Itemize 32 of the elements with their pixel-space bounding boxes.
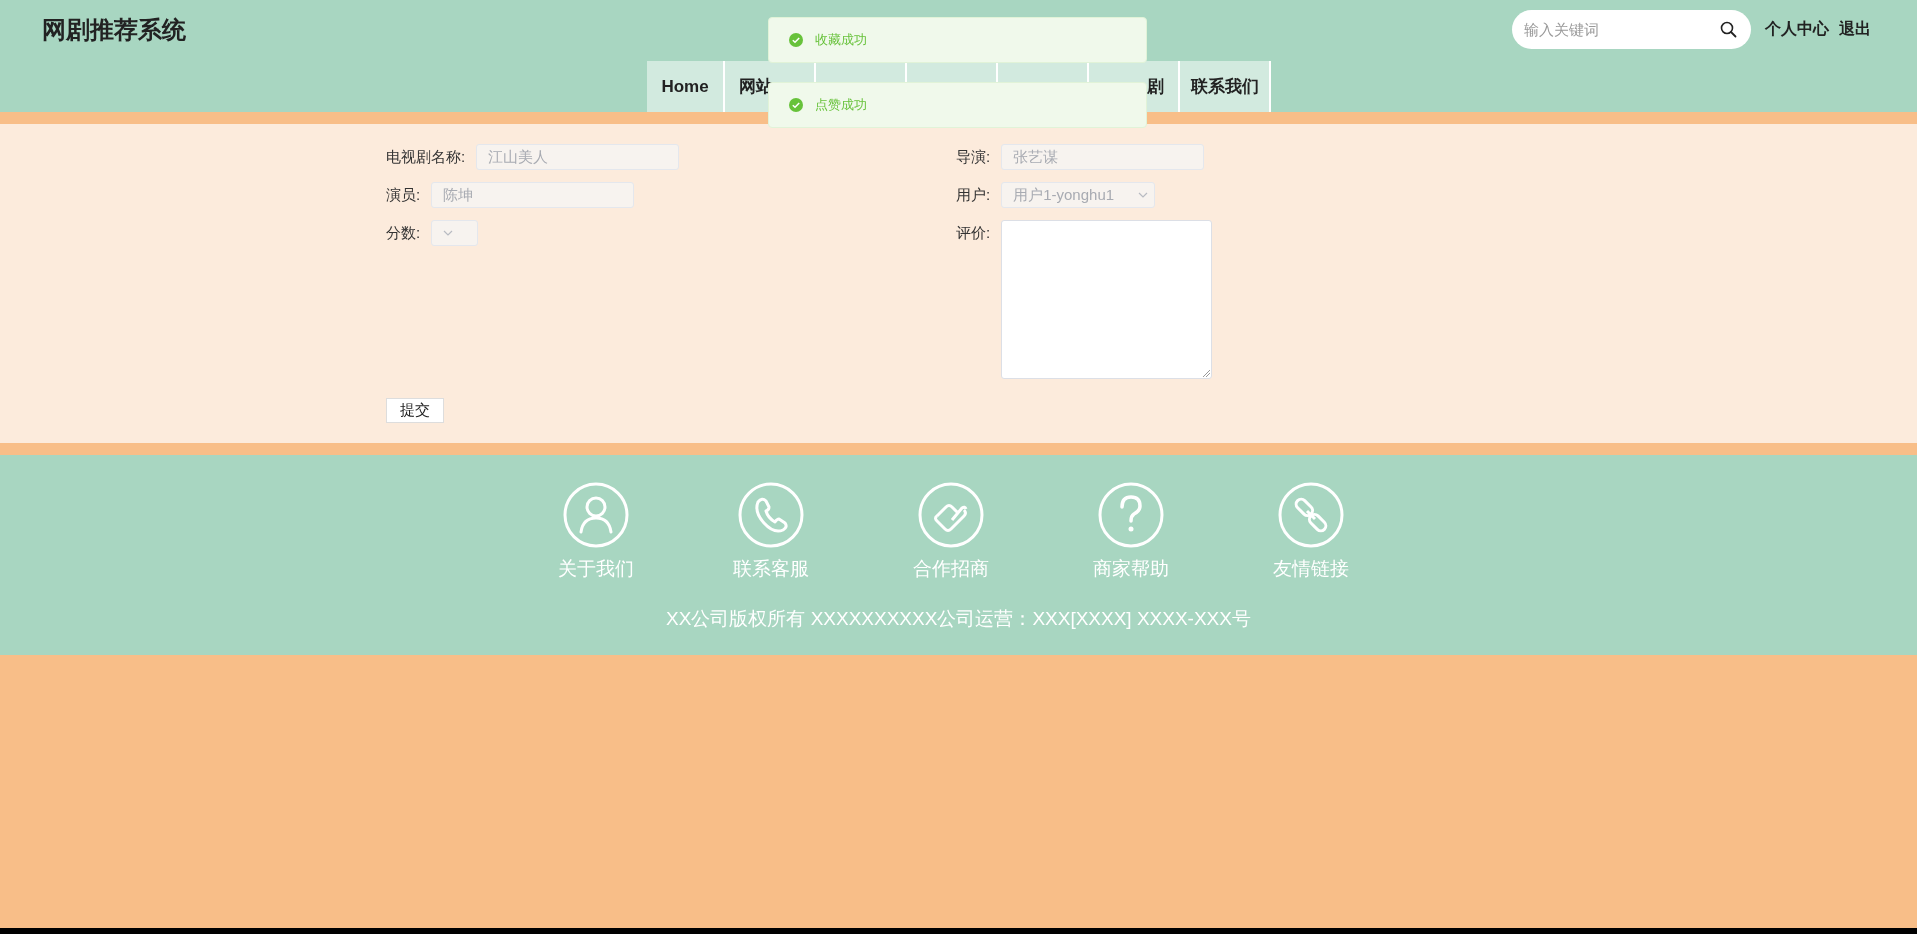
toast-text: 点赞成功 [815, 96, 867, 114]
nav-tab[interactable]: 联系我们 [1180, 61, 1271, 112]
field-label: 电视剧名称: [386, 147, 466, 167]
toast-text: 收藏成功 [815, 31, 867, 49]
nav-tab[interactable]: Home [647, 61, 725, 112]
footer-link[interactable]: 关于我们 [557, 556, 634, 582]
footer-link[interactable]: 友情链接 [1272, 556, 1349, 582]
search-icon[interactable] [1720, 21, 1737, 38]
question-icon[interactable] [1097, 482, 1164, 548]
check-circle-icon [789, 33, 803, 47]
footer-link[interactable]: 商家帮助 [1092, 556, 1169, 582]
field-label: 分数: [386, 223, 421, 243]
person-icon[interactable] [562, 482, 629, 548]
search-field[interactable]: 输入关键词 [1512, 10, 1751, 49]
submit-button[interactable]: 提交 [386, 398, 444, 423]
comment-textarea[interactable] [1001, 220, 1213, 379]
footer-link[interactable]: 合作招商 [912, 556, 989, 582]
field-label: 评价: [956, 223, 991, 243]
field-label: 导演: [956, 147, 991, 167]
field-label: 用户: [956, 185, 991, 205]
resize-grip-icon[interactable] [1202, 369, 1211, 377]
phone-icon[interactable] [737, 482, 804, 548]
link-icon[interactable] [1277, 482, 1344, 548]
site-title: 网剧推荐系统 [42, 15, 186, 45]
check-circle-icon [789, 98, 803, 112]
footer-link[interactable]: 联系客服 [732, 556, 809, 582]
copyright-text: XX公司版权所有 XXXXXXXXXX公司运营：XXX[XXXX] XXXX-XXX号 [666, 607, 1251, 631]
chevron-down-icon [1138, 192, 1149, 198]
header-link[interactable]: 退出 [1839, 19, 1871, 40]
chevron-down-icon [443, 230, 454, 236]
field-label: 演员: [386, 185, 421, 205]
header-link[interactable]: 个人中心 [1765, 19, 1829, 40]
